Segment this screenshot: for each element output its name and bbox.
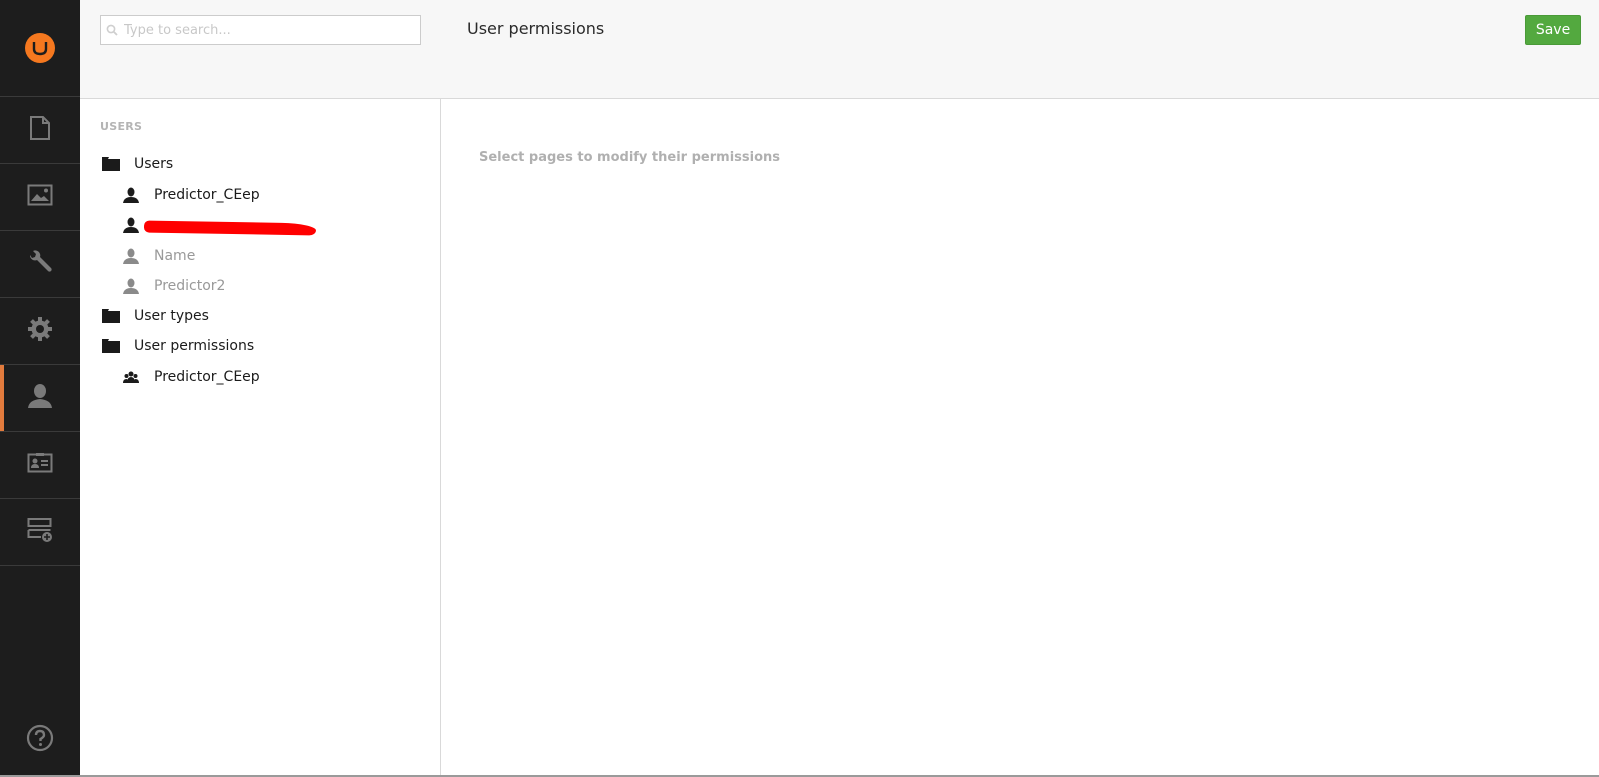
wrench-icon <box>27 249 53 279</box>
tree-section-title: USERS <box>100 120 143 133</box>
tree-node-user-disabled[interactable]: Predictor2 <box>121 274 225 298</box>
save-button[interactable]: Save <box>1525 15 1581 45</box>
search-box[interactable] <box>100 15 421 45</box>
folder-icon <box>101 339 121 353</box>
tree-node-users[interactable]: Users <box>101 152 173 176</box>
section-members[interactable] <box>0 432 80 499</box>
tree-node-label: Name <box>154 248 196 264</box>
user-icon <box>121 248 141 264</box>
umbraco-logo-icon <box>25 33 55 63</box>
tree-node-user-disabled[interactable]: Name <box>121 244 195 268</box>
empty-state-message: Select pages to modify their permissions <box>479 150 780 165</box>
section-content[interactable] <box>0 97 80 164</box>
redaction-scribble <box>143 220 317 236</box>
section-forms[interactable] <box>0 499 80 566</box>
editor-header: User permissions Save <box>441 0 1599 99</box>
section-settings[interactable] <box>0 298 80 365</box>
tree-node-user[interactable]: Predictor_CEep <box>121 183 260 207</box>
tree-node-label: User permissions <box>134 338 255 354</box>
section-media[interactable] <box>0 164 80 231</box>
folder-icon <box>101 309 121 323</box>
users-tree: USERS Users Predictor_CEep Name Predicto… <box>80 99 441 775</box>
app-sections-rail <box>0 0 80 775</box>
folder-icon <box>101 157 121 171</box>
help-button[interactable] <box>0 722 80 758</box>
page-title: User permissions <box>467 19 605 38</box>
logo[interactable] <box>0 0 80 97</box>
document-icon <box>29 115 51 145</box>
gear-icon <box>27 316 53 346</box>
tree-node-user-permissions[interactable]: User permissions <box>101 334 254 358</box>
tree-node-label: Predictor2 <box>154 278 226 294</box>
tree-node-label: Predictor_CEep <box>154 187 260 203</box>
search-input[interactable] <box>124 22 420 38</box>
tree-header <box>80 0 441 99</box>
user-icon <box>27 383 53 413</box>
user-icon <box>121 217 141 233</box>
help-icon <box>26 724 54 756</box>
id-card-icon <box>27 452 53 478</box>
form-add-icon <box>27 517 53 547</box>
user-icon <box>121 187 141 203</box>
user-icon <box>121 278 141 294</box>
image-icon <box>27 184 53 210</box>
search-icon <box>106 24 118 36</box>
tree-node-label: Users <box>134 156 174 172</box>
section-developer[interactable] <box>0 231 80 298</box>
users-group-icon <box>121 371 141 383</box>
tree-node-permission-user[interactable]: Predictor_CEep <box>121 365 260 389</box>
tree-node-label: User types <box>134 308 209 324</box>
tree-node-label: Predictor_CEep <box>154 369 260 385</box>
editor-body: Select pages to modify their permissions <box>441 99 1599 775</box>
section-users[interactable] <box>0 365 80 432</box>
tree-node-user-types[interactable]: User types <box>101 304 209 328</box>
